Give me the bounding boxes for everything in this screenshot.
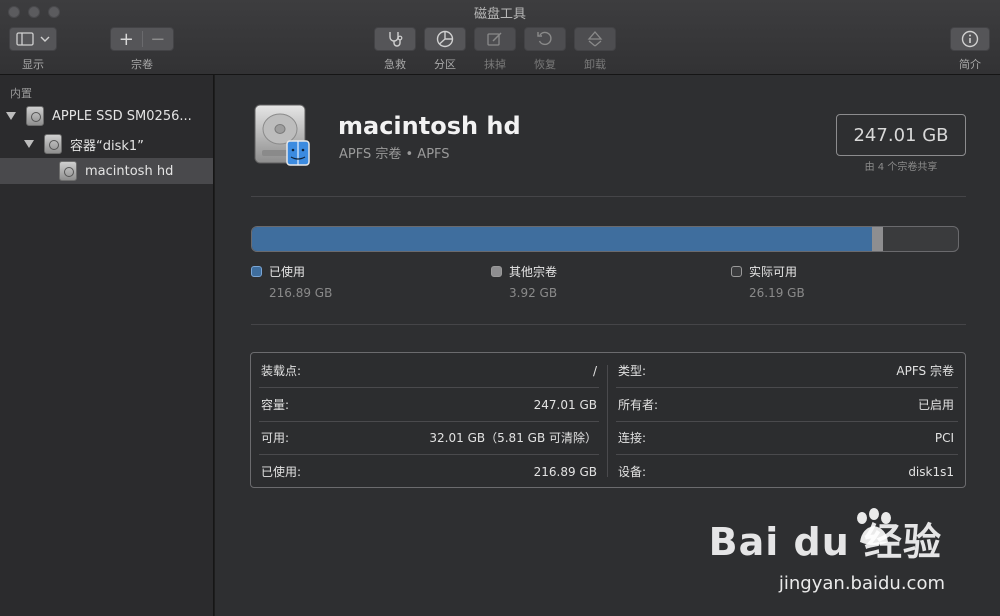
sidebar-section-header: 内置 — [10, 87, 32, 100]
info-value: APFS 宗卷 — [896, 364, 954, 378]
volume-capacity: 247.01 GB — [853, 124, 949, 146]
sidebar-icon — [16, 32, 34, 46]
info-key: 已使用: — [261, 465, 302, 479]
info-row-available: 可用: 32.01 GB（5.81 GB 可清除） — [261, 421, 597, 454]
info-table: 装载点: / 容量: 247.01 GB 可用: 32.01 GB（5.81 G… — [250, 352, 966, 488]
legend-free-value: 26.19 GB — [749, 286, 805, 300]
info-key: 所有者: — [618, 398, 659, 412]
legend-other: 其他宗卷 — [491, 263, 557, 280]
volume-capacity-box: 247.01 GB — [836, 114, 966, 156]
column-divider — [607, 365, 608, 477]
info-value: 32.01 GB（5.81 GB 可清除） — [429, 431, 597, 445]
info-value: disk1s1 — [908, 464, 954, 479]
volume-label: 宗卷 — [131, 58, 153, 71]
partition-button[interactable] — [424, 27, 466, 51]
divider — [251, 324, 966, 325]
sidebar-item-label: 容器“disk1” — [70, 138, 144, 154]
info-key: 容量: — [261, 398, 290, 412]
hard-drive-icon — [59, 161, 77, 181]
erase-button[interactable] — [474, 27, 516, 51]
legend-other-label: 其他宗卷 — [509, 265, 558, 279]
legend-used-swatch — [251, 266, 262, 277]
hard-drive-icon — [254, 104, 310, 166]
usage-bar-other — [871, 227, 884, 251]
unmount-label: 卸载 — [584, 58, 606, 71]
shared-note: 由 4 个宗卷共享 — [864, 162, 938, 173]
info-key: 设备: — [618, 465, 647, 479]
info-row-connection: 连接: PCI — [618, 421, 954, 454]
hard-drive-icon — [44, 134, 62, 154]
volume-subtitle: APFS 宗卷 • APFS — [339, 147, 450, 162]
info-row-capacity: 容量: 247.01 GB — [261, 388, 597, 421]
hard-drive-icon — [26, 106, 44, 126]
chevron-down-icon — [40, 36, 50, 42]
view-button[interactable] — [9, 27, 57, 51]
sidebar-item-label: macintosh hd — [85, 163, 174, 179]
window-title: 磁盘工具 — [473, 7, 526, 22]
info-label: 简介 — [959, 58, 981, 71]
legend-other-value: 3.92 GB — [509, 286, 558, 300]
add-volume-button[interactable]: + — [111, 29, 142, 50]
info-value: 247.01 GB — [533, 397, 597, 412]
info-value: PCI — [934, 430, 954, 445]
info-key: 可用: — [261, 431, 290, 445]
usage-bar-used — [252, 227, 872, 251]
sidebar-item-label: APPLE SSD SM0256... — [52, 108, 192, 124]
info-key: 连接: — [618, 431, 647, 445]
info-value: 216.89 GB — [533, 464, 597, 479]
eject-icon — [587, 31, 603, 47]
legend-used-label: 已使用 — [269, 265, 306, 279]
info-button[interactable] — [950, 27, 990, 51]
usage-bar — [251, 226, 959, 252]
first-aid-button[interactable] — [374, 27, 416, 51]
legend-free-swatch — [731, 266, 742, 277]
legend-free: 实际可用 — [731, 263, 797, 280]
legend-used: 已使用 — [251, 263, 305, 280]
remove-volume-button[interactable]: − — [143, 29, 174, 50]
disclosure-triangle-icon[interactable] — [24, 140, 34, 148]
info-row-used: 已使用: 216.89 GB — [261, 455, 597, 488]
sidebar-item-volume[interactable]: macintosh hd — [0, 158, 213, 184]
volume-segment: + − — [110, 27, 174, 51]
info-value: 已启用 — [917, 398, 954, 412]
first-aid-label: 急救 — [384, 58, 406, 71]
info-value: / — [592, 363, 597, 378]
info-key: 装载点: — [261, 364, 302, 378]
restore-icon — [537, 31, 552, 46]
legend-other-swatch — [491, 266, 502, 277]
info-icon — [961, 30, 979, 48]
info-row-device: 设备: disk1s1 — [618, 455, 954, 488]
watermark-brand: Bai du 经验 — [708, 520, 942, 564]
info-row-mount-point: 装载点: / — [261, 354, 597, 387]
restore-button[interactable] — [524, 27, 566, 51]
erase-icon — [487, 32, 502, 46]
erase-label: 抹掉 — [484, 58, 506, 71]
restore-label: 恢复 — [534, 58, 556, 71]
legend-used-value: 216.89 GB — [269, 286, 333, 300]
divider — [251, 196, 966, 197]
pie-chart-icon — [436, 30, 454, 48]
sidebar-item-container[interactable]: 容器“disk1” — [0, 131, 213, 157]
window-toolbar: 磁盘工具 显示 + − 宗卷 急救 分区 抹掉 恢复 卸载 简介 — [0, 0, 1000, 75]
info-row-type: 类型: APFS 宗卷 — [618, 354, 954, 387]
watermark-url: jingyan.baidu.com — [778, 573, 945, 594]
legend-free-label: 实际可用 — [749, 265, 798, 279]
sidebar-item-physical-disk[interactable]: APPLE SSD SM0256... — [0, 103, 213, 129]
info-key: 类型: — [618, 364, 647, 378]
info-row-owners: 所有者: 已启用 — [618, 388, 954, 421]
partition-label: 分区 — [434, 58, 456, 71]
view-label: 显示 — [22, 58, 44, 71]
unmount-button[interactable] — [574, 27, 616, 51]
disclosure-triangle-icon[interactable] — [6, 112, 16, 120]
stethoscope-icon — [389, 32, 403, 47]
volume-name: macintosh hd — [338, 112, 521, 140]
sidebar: 内置 APPLE SSD SM0256... 容器“disk1” macinto… — [0, 75, 214, 616]
